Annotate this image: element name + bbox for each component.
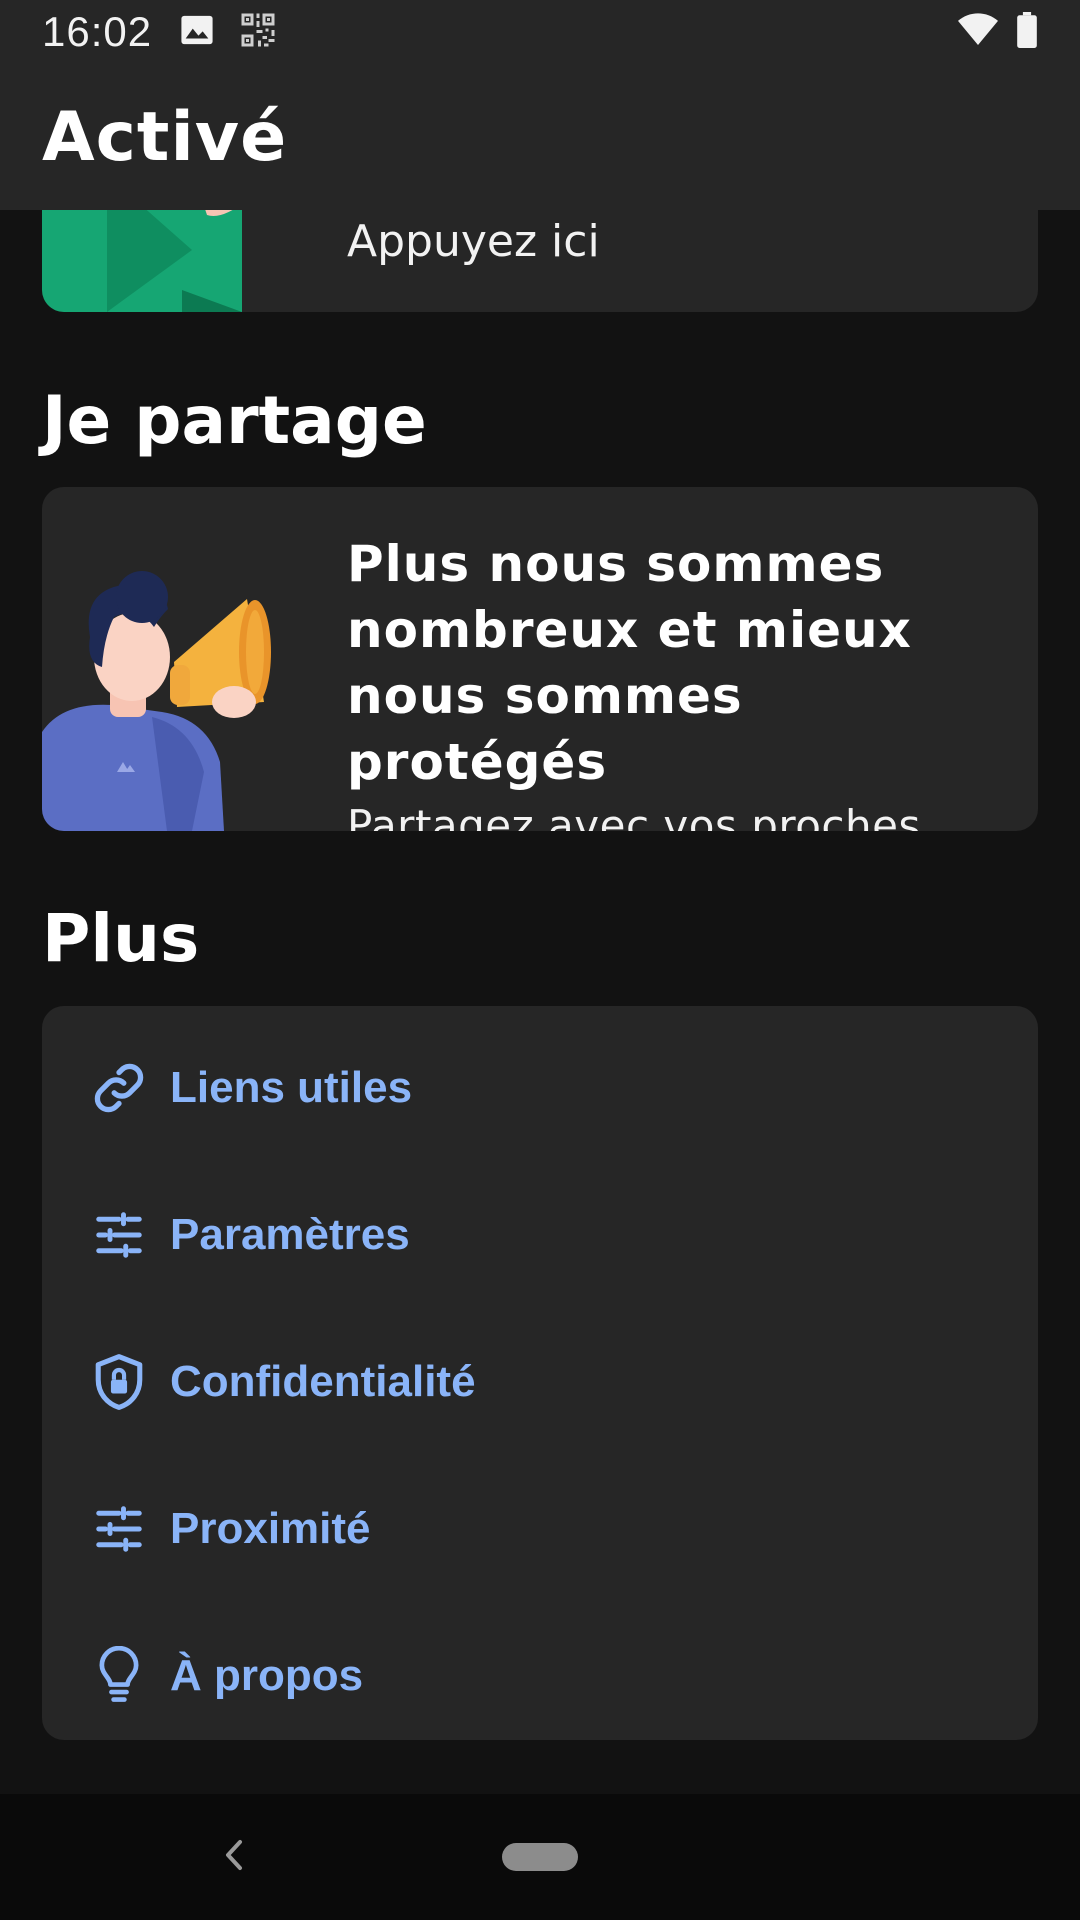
app-bar: Activé [0, 64, 1080, 210]
menu-item-label: Liens utiles [170, 1062, 413, 1112]
menu-item-settings[interactable]: Paramètres [42, 1161, 1038, 1308]
menu-item-label: Paramètres [170, 1209, 410, 1259]
menu-item-useful-links[interactable]: Liens utiles [42, 1014, 1038, 1161]
shield-lock-icon [88, 1351, 150, 1413]
home-gesture-pill[interactable] [502, 1843, 578, 1871]
lightbulb-icon [88, 1645, 150, 1707]
status-bar: 16:02 [0, 0, 1080, 64]
menu-item-label: À propos [170, 1650, 364, 1700]
sliders-icon [88, 1204, 150, 1266]
menu-item-label: Proximité [170, 1503, 371, 1553]
link-icon [88, 1057, 150, 1119]
share-card-headline: Plus nous sommes nombreux et mieux nous … [347, 535, 912, 791]
screen: Appuyez ici Je partage Plus nous sommes … [0, 0, 1080, 1920]
more-section-title: Plus [42, 900, 200, 977]
app-bar-title: Activé [42, 97, 288, 177]
more-menu-card: Liens utiles Paramètres Confidentialité … [42, 1006, 1038, 1740]
tutorial-card-text: Appuyez ici [347, 216, 600, 267]
qr-code-icon [240, 12, 276, 52]
menu-item-label: Confidentialité [170, 1356, 476, 1406]
menu-item-about[interactable]: À propos [42, 1602, 1038, 1740]
image-icon [180, 14, 214, 50]
wifi-icon [958, 13, 998, 51]
share-card[interactable]: Plus nous sommes nombreux et mieux nous … [42, 487, 1038, 831]
menu-item-privacy[interactable]: Confidentialité [42, 1308, 1038, 1455]
menu-item-proximity[interactable]: Proximité [42, 1455, 1038, 1602]
sliders-icon [88, 1498, 150, 1560]
back-icon[interactable] [218, 1830, 248, 1880]
megaphone-illustration [42, 571, 271, 831]
share-card-subtitle: Partagez avec vos proches [347, 801, 921, 831]
status-time: 16:02 [42, 8, 153, 55]
battery-icon [1016, 12, 1038, 52]
share-section-title: Je partage [42, 382, 427, 459]
